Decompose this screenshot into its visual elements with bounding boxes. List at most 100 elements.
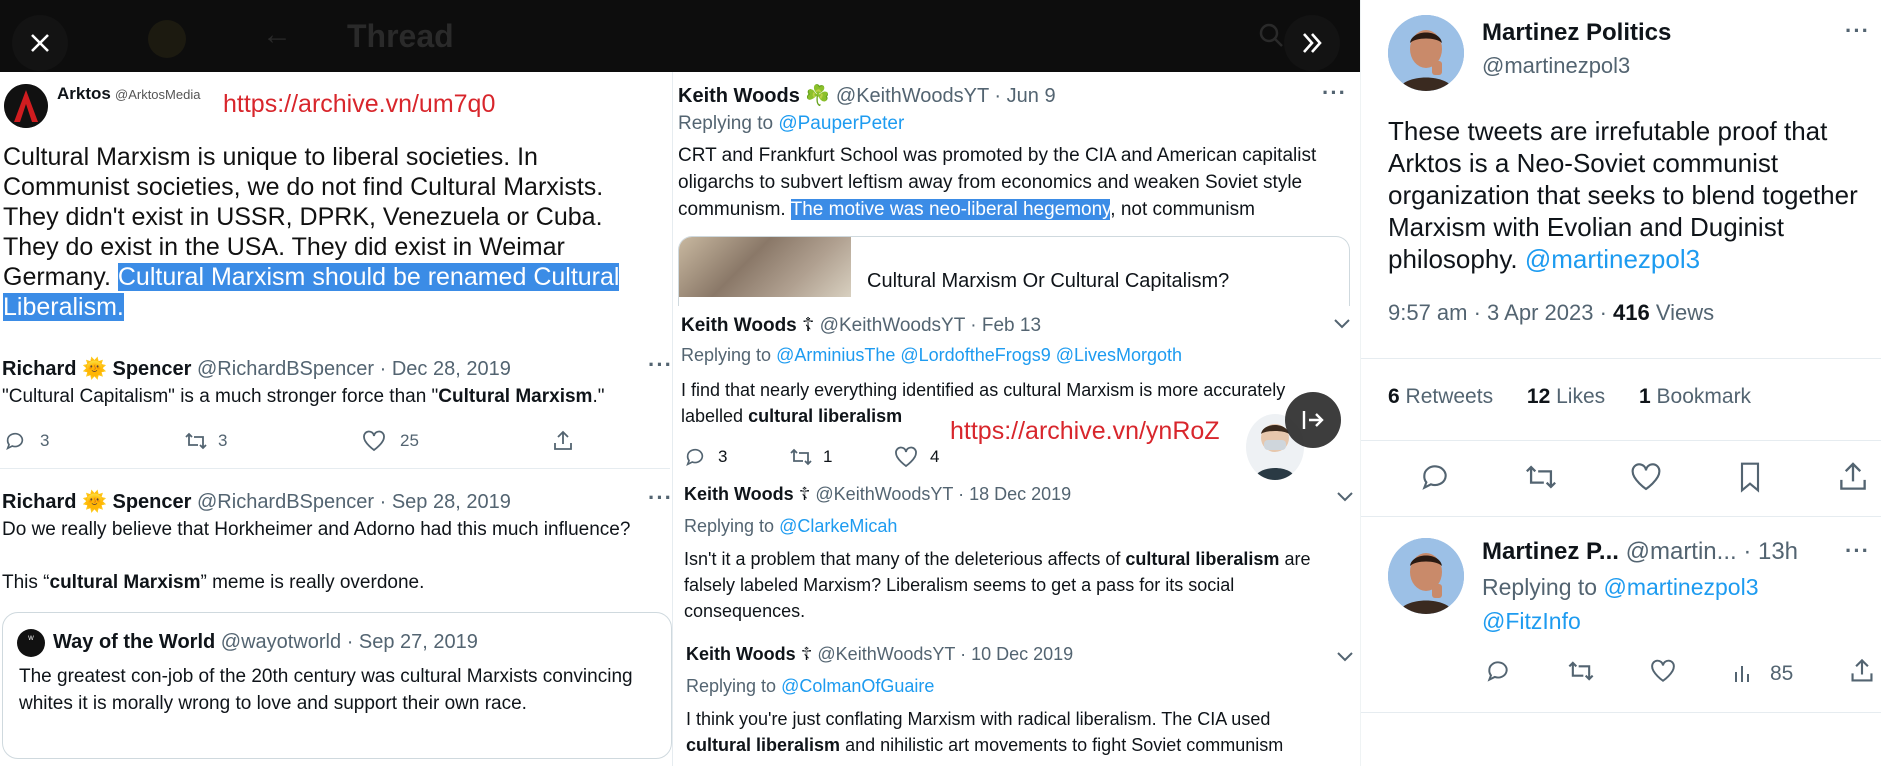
bold-text: cultural Marxism: [49, 572, 201, 593]
author-handle: @KeithWoodsYT: [835, 85, 989, 107]
quoted-tweet-header: Way of the World @wayotworld · Sep 27, 2…: [53, 631, 478, 654]
chevron-down-icon[interactable]: [1336, 487, 1354, 508]
like-button[interactable]: [1630, 461, 1662, 498]
retweet-icon: [1568, 661, 1594, 681]
like-count: 25: [400, 431, 419, 450]
retweet-button[interactable]: 1: [789, 446, 894, 468]
author-name: Keith Woods: [678, 85, 800, 107]
share-image-button[interactable]: [1285, 392, 1341, 448]
cross-emoji-icon: ☦: [802, 315, 815, 336]
author-name: Martinez Politics: [1482, 19, 1672, 46]
divider: [1361, 440, 1881, 441]
replying-label: Replying to: [686, 676, 777, 696]
retweet-icon: [185, 432, 207, 450]
tweet-text: .": [592, 386, 605, 407]
share-button[interactable]: [552, 430, 574, 452]
mention-link[interactable]: @PauperPeter: [778, 113, 904, 134]
next-image-button[interactable]: [1284, 15, 1340, 71]
author-avatar[interactable]: [1388, 15, 1464, 91]
chevron-down-icon[interactable]: [1336, 647, 1354, 668]
spencer-tweet-header: Richard 🌞 Spencer @RichardBSpencer · Dec…: [2, 356, 511, 381]
divider: [1361, 516, 1881, 517]
woods-tweet-header: Keith Woods ☦ @KeithWoodsYT · 18 Dec 201…: [684, 484, 1071, 505]
quoted-tweet[interactable]: W Way of the World @wayotworld · Sep 27,…: [2, 612, 672, 759]
mention-link[interactable]: @martinezpol3: [1603, 574, 1758, 600]
link-card[interactable]: Cultural Marxism Or Cultural Capitalism?: [678, 236, 1350, 306]
timestamp[interactable]: 9:57 am · 3 Apr 2023 ·: [1388, 300, 1607, 325]
tweet-date: · Sep 28, 2019: [379, 491, 511, 513]
chevron-down-icon[interactable]: [1333, 314, 1351, 335]
image-viewer: ← Thread Arktos @ArktosMedia https://arc…: [0, 0, 1360, 766]
mention-link[interactable]: @FitzInfo: [1482, 608, 1581, 635]
header-title: Thread: [347, 18, 454, 54]
reply-button[interactable]: 3: [4, 430, 184, 452]
search-icon: [1258, 22, 1284, 55]
woods-tweet-header: Keith Woods ☘️ @KeithWoodsYT · Jun 9: [678, 83, 1056, 108]
author-name: Richard: [2, 491, 77, 513]
archive-link: https://archive.vn/um7q0: [223, 90, 496, 118]
share-button[interactable]: [1849, 658, 1875, 690]
arktos-handle: @ArktosMedia: [115, 87, 201, 102]
double-chevron-right-icon: [1303, 33, 1322, 53]
screenshot-root: ← Thread Arktos @ArktosMedia https://arc…: [0, 0, 1881, 766]
mention-link[interactable]: @ArminiusThe @LordoftheFrogs9 @LivesMorg…: [776, 345, 1182, 365]
tweet-date: · Feb 13: [970, 315, 1042, 336]
like-button[interactable]: 25: [362, 430, 552, 452]
likes-stat[interactable]: 12 Likes: [1527, 385, 1605, 408]
likes-label: Likes: [1556, 385, 1606, 408]
reply-count: 3: [718, 447, 728, 466]
tweet-actions: 3 1 4: [684, 446, 939, 468]
retweet-button[interactable]: [1524, 461, 1558, 498]
mention-link[interactable]: @ClarkeMicah: [779, 516, 897, 536]
retweets-label: Retweets: [1405, 385, 1494, 408]
more-options-icon[interactable]: ···: [1845, 538, 1870, 564]
close-button[interactable]: [12, 15, 68, 71]
bookmarks-stat[interactable]: 1 Bookmark: [1639, 385, 1751, 408]
replying-to: Replying to @ArminiusThe @LordoftheFrogs…: [681, 345, 1182, 366]
replying-to: Replying to @martinezpol3: [1482, 574, 1759, 601]
more-options-icon[interactable]: ···: [1845, 18, 1870, 44]
like-button[interactable]: 4: [894, 446, 939, 468]
woods-tweet-header: Keith Woods ☦ @KeithWoodsYT · 10 Dec 201…: [686, 644, 1073, 665]
reply-author-avatar[interactable]: [1388, 538, 1464, 614]
link-card-title: Cultural Marxism Or Cultural Capitalism?: [867, 270, 1230, 292]
replying-to: Replying to @ColmanOfGuaire: [686, 676, 934, 697]
tweet-action-bar: [1419, 461, 1869, 498]
retweets-stat[interactable]: 6 Retweets: [1388, 385, 1493, 408]
share-button[interactable]: [1837, 461, 1869, 498]
arktos-tweet: Arktos @ArktosMedia https://archive.vn/u…: [0, 72, 665, 344]
engagement-stats: 6 Retweets 12 Likes 1 Bookmark: [1388, 385, 1751, 409]
bookmark-button[interactable]: [1735, 461, 1765, 498]
retweet-button[interactable]: [1567, 658, 1595, 690]
views-button[interactable]: 85: [1732, 662, 1793, 686]
dimmed-header: ← Thread: [0, 0, 1360, 72]
tweet-date: · 18 Dec 2019: [958, 484, 1072, 504]
reply-icon: [1422, 465, 1447, 490]
author-name: Spencer: [112, 358, 192, 380]
back-arrow-icon: ←: [262, 18, 292, 51]
highlighted-text: The motive was neo-liberal hegemony: [790, 199, 1111, 220]
more-options-icon[interactable]: ···: [648, 352, 673, 378]
reply-button[interactable]: [1419, 461, 1451, 498]
retweet-icon: [1525, 465, 1556, 489]
mention-link[interactable]: @martinezpol3: [1525, 244, 1700, 274]
tweet-text: Isn't it a problem that many of the dele…: [684, 549, 1121, 569]
arktos-name: Arktos: [57, 84, 111, 103]
tweet-text: Do we really believe that Horkheimer and…: [2, 519, 631, 540]
bookmark-icon: [1740, 462, 1759, 493]
reply-button[interactable]: 3: [684, 446, 789, 468]
quoted-avatar: W: [17, 629, 45, 657]
heart-icon: [363, 430, 385, 452]
replying-label: Replying to: [684, 516, 775, 536]
quoted-author-handle: @wayotworld: [220, 631, 342, 653]
more-options-icon[interactable]: ···: [648, 485, 673, 511]
bookmarks-count: 1: [1639, 385, 1651, 408]
quoted-author-name: Way of the World: [53, 631, 216, 653]
replying-to: Replying to @PauperPeter: [678, 113, 904, 135]
like-button[interactable]: [1650, 658, 1676, 690]
spencer-tweet-text: "Cultural Capitalism" is a much stronger…: [2, 386, 604, 408]
reply-button[interactable]: [1485, 658, 1511, 690]
retweet-button[interactable]: 3: [184, 430, 362, 452]
mention-link[interactable]: @ColmanOfGuaire: [781, 676, 934, 696]
more-options-icon[interactable]: ···: [1322, 80, 1347, 106]
